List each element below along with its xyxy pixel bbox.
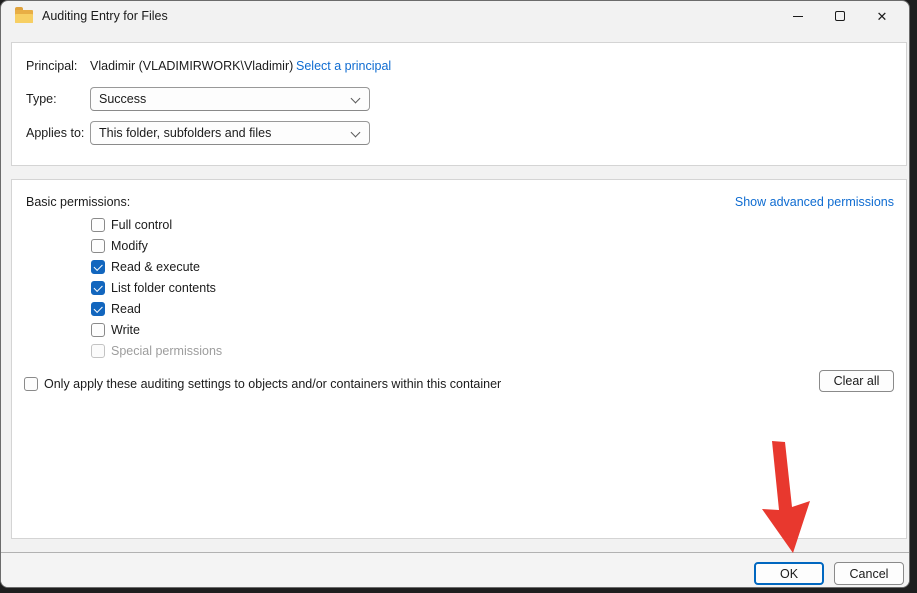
permission-row-list-folder-contents[interactable]: List folder contents [91, 280, 216, 296]
permission-label: Write [111, 323, 140, 337]
type-dropdown[interactable]: Success [90, 87, 370, 111]
permission-row-read[interactable]: Read [91, 301, 141, 317]
ok-button[interactable]: OK [754, 562, 824, 585]
type-label: Type: [26, 91, 57, 107]
permission-label: Full control [111, 218, 172, 232]
auditing-entry-dialog: Auditing Entry for Files ✕ Principal: Vl… [0, 0, 910, 588]
principal-label: Principal: [26, 58, 77, 74]
chevron-down-icon [351, 94, 361, 104]
show-advanced-permissions-link[interactable]: Show advanced permissions [735, 194, 894, 210]
title-bar[interactable]: Auditing Entry for Files ✕ [1, 1, 909, 31]
permission-label: List folder contents [111, 281, 216, 295]
checkbox-read-execute[interactable] [91, 260, 105, 274]
permission-label: Modify [111, 239, 148, 253]
minimize-icon [793, 16, 803, 17]
permission-label: Special permissions [111, 344, 222, 358]
caption-buttons: ✕ [777, 1, 903, 31]
folder-icon [15, 10, 33, 23]
checkbox-list-folder-contents[interactable] [91, 281, 105, 295]
applies-to-label: Applies to: [26, 125, 84, 141]
applies-to-dropdown-value: This folder, subfolders and files [99, 126, 271, 140]
screen: { "window": { "title": "Auditing Entry f… [0, 0, 917, 593]
permission-row-modify[interactable]: Modify [91, 238, 148, 254]
checkbox-special-permissions [91, 344, 105, 358]
checkbox-write[interactable] [91, 323, 105, 337]
permission-row-special-permissions: Special permissions [91, 343, 222, 359]
basic-permissions-header: Basic permissions: [26, 194, 130, 210]
maximize-button[interactable] [819, 1, 861, 31]
type-dropdown-value: Success [99, 92, 146, 106]
permission-label: Read & execute [111, 260, 200, 274]
applies-to-dropdown[interactable]: This folder, subfolders and files [90, 121, 370, 145]
maximize-icon [835, 11, 845, 21]
minimize-button[interactable] [777, 1, 819, 31]
clear-all-button[interactable]: Clear all [819, 370, 894, 392]
close-button[interactable]: ✕ [861, 1, 903, 31]
only-apply-label: Only apply these auditing settings to ob… [44, 377, 501, 391]
checkbox-read[interactable] [91, 302, 105, 316]
chevron-down-icon [351, 128, 361, 138]
cancel-button[interactable]: Cancel [834, 562, 904, 585]
permission-row-write[interactable]: Write [91, 322, 140, 338]
select-principal-link[interactable]: Select a principal [296, 58, 391, 74]
close-icon: ✕ [877, 10, 888, 23]
checkbox-only-apply[interactable] [24, 377, 38, 391]
checkbox-modify[interactable] [91, 239, 105, 253]
window-title: Auditing Entry for Files [42, 9, 168, 23]
checkbox-full-control[interactable] [91, 218, 105, 232]
principal-panel: Principal: Vladimir (VLADIMIRWORK\Vladim… [11, 42, 907, 166]
principal-value: Vladimir (VLADIMIRWORK\Vladimir) [90, 58, 293, 74]
permission-label: Read [111, 302, 141, 316]
only-apply-row[interactable]: Only apply these auditing settings to ob… [24, 376, 501, 392]
permission-row-full-control[interactable]: Full control [91, 217, 172, 233]
permissions-panel: Basic permissions: Show advanced permiss… [11, 179, 907, 539]
permission-row-read-execute[interactable]: Read & execute [91, 259, 200, 275]
